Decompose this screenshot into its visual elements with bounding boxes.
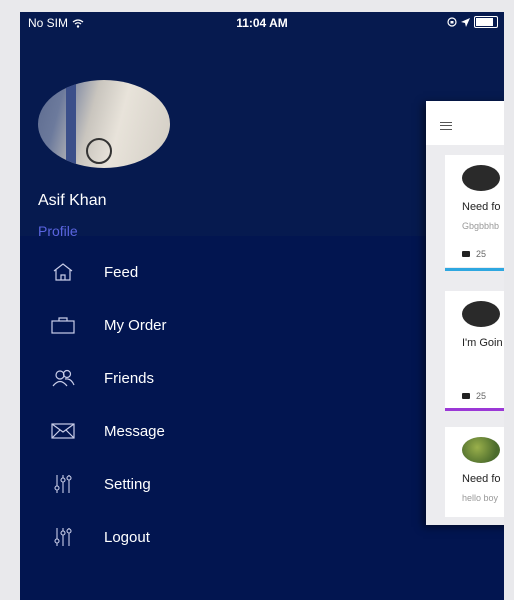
card-subtitle: hello boy [462, 493, 499, 503]
status-right [447, 16, 498, 28]
rotation-lock-icon [447, 17, 457, 27]
card-subtitle: Gbgbbhb [462, 221, 500, 231]
card-meta: 25 [462, 249, 486, 259]
card-avatar [462, 437, 500, 463]
home-icon [50, 261, 76, 283]
feed-card[interactable]: Need fo hello boy [445, 427, 504, 517]
card-avatar [462, 165, 500, 191]
card-title: Need fo [462, 201, 501, 213]
comment-count: 25 [476, 391, 487, 401]
menu-item-logout[interactable]: Logout [20, 517, 420, 557]
avatar-photo-detail [66, 80, 76, 168]
bag-icon [50, 314, 76, 336]
feed-card[interactable]: I'm Goin 25 [445, 291, 504, 411]
menu-label-logout: Logout [104, 528, 150, 546]
feed-panel-preview[interactable]: Need fo Gbgbbhb 25 I'm Goin 25 Need fo h… [426, 101, 504, 525]
comment-icon [462, 251, 470, 257]
menu-label-friends: Friends [104, 369, 155, 387]
menu-label-message: Message [104, 422, 165, 440]
user-name: Asif Khan [38, 192, 107, 209]
feed-topbar [426, 101, 504, 145]
friends-icon [50, 367, 76, 389]
comment-icon [462, 393, 470, 399]
sliders-icon [50, 526, 76, 548]
menu-item-setting[interactable]: Setting [20, 464, 420, 504]
menu-item-message[interactable]: Message [20, 411, 420, 451]
card-meta: 25 [462, 391, 486, 401]
card-title: Need fo [462, 473, 501, 485]
avatar-photo-detail-2 [86, 138, 112, 164]
phone-screen: No SIM 11:04 AM Asif Khan Profile Feed M… [20, 12, 504, 600]
menu-label-my-order: My Order [104, 316, 167, 334]
status-time: 11:04 AM [236, 16, 288, 30]
menu-item-my-order[interactable]: My Order [20, 305, 420, 345]
location-arrow-icon [461, 17, 470, 27]
card-stripe [445, 268, 504, 271]
menu-label-setting: Setting [104, 475, 151, 493]
envelope-icon [50, 420, 76, 442]
status-bar: No SIM 11:04 AM [20, 12, 504, 34]
comment-count: 25 [476, 249, 487, 259]
sliders-icon [50, 473, 76, 495]
battery-icon [474, 16, 498, 28]
profile-link[interactable]: Profile [38, 223, 78, 239]
hamburger-menu-icon[interactable] [440, 122, 452, 130]
menu-item-feed[interactable]: Feed [20, 252, 420, 292]
menu-label-feed: Feed [104, 263, 139, 281]
card-title: I'm Goin [462, 337, 503, 349]
menu-item-friends[interactable]: Friends [20, 358, 420, 398]
card-stripe [445, 408, 504, 411]
feed-card[interactable]: Need fo Gbgbbhb 25 [445, 155, 504, 271]
card-avatar [462, 301, 500, 327]
avatar[interactable] [38, 80, 170, 168]
